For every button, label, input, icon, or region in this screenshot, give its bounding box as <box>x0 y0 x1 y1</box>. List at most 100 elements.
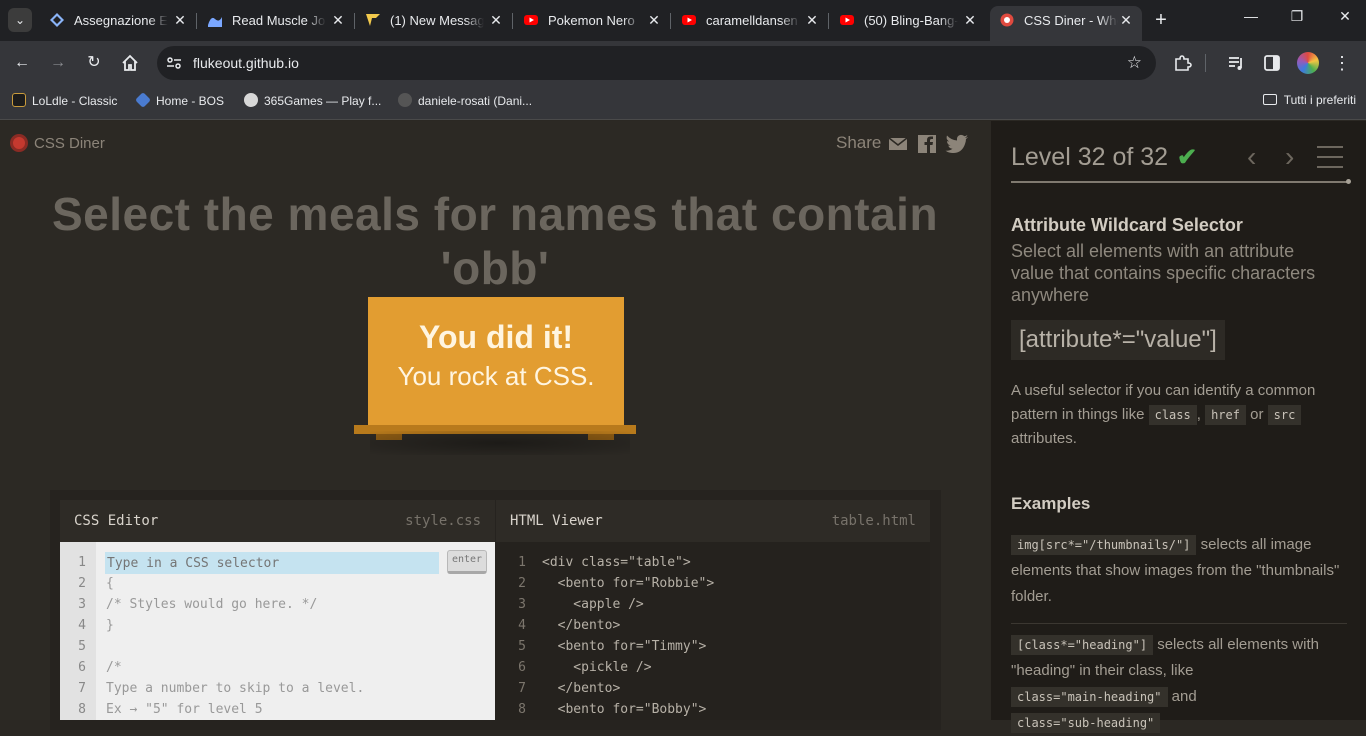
restore-icon[interactable]: ❐ <box>1285 8 1309 25</box>
html-viewer-filename: table.html <box>831 513 916 529</box>
media-control-icon[interactable] <box>1226 53 1246 73</box>
css-editor-header: CSS Editor style.css <box>60 500 495 542</box>
youtube-icon <box>524 15 538 25</box>
win-title: You did it! <box>418 319 574 355</box>
reload-icon[interactable]: ↻ <box>84 53 104 73</box>
markup-line[interactable]: </bento> <box>542 618 621 633</box>
markup-line[interactable]: <div class="table"> <box>542 555 691 570</box>
tab-separator <box>670 13 671 29</box>
minimize-icon[interactable]: — <box>1239 8 1263 24</box>
line-number: 5 <box>78 639 86 654</box>
hint-code: href <box>1205 405 1246 425</box>
markup-line[interactable]: <bento for="Robbie"> <box>542 576 715 591</box>
markup-line[interactable]: <bento for="Bobby"> <box>542 702 707 717</box>
diamond-icon <box>50 13 64 27</box>
tab-pokemon[interactable]: Pokemon Nero ✕ <box>514 6 671 35</box>
bookmark-home-bos[interactable]: Home - BOS <box>135 92 225 111</box>
code-line: Type a number to skip to a level. <box>106 681 365 696</box>
examples-heading: Examples <box>1011 494 1091 513</box>
profile-avatar[interactable] <box>1297 52 1319 74</box>
close-icon[interactable]: ✕ <box>646 12 662 28</box>
bookmark-star-icon[interactable]: ☆ <box>1127 53 1142 73</box>
level-indicator: Level 32 of 32 <box>1011 143 1169 171</box>
tab-separator <box>196 13 197 29</box>
new-tab-plus-icon[interactable]: + <box>1150 9 1172 31</box>
bookmarks-bar: LoLdle - Classic Home - BOS 365Games — P… <box>0 85 1366 120</box>
line-number: 4 <box>78 618 86 633</box>
line-number: 3 <box>78 597 86 612</box>
previous-level-chevron-icon[interactable]: ‹ <box>1247 141 1256 173</box>
example-code: [class*="heading"] <box>1011 635 1154 655</box>
line-number: 6 <box>518 660 526 675</box>
tab-title: (1) New Messag <box>390 13 484 28</box>
code-line: { <box>106 576 114 591</box>
close-icon[interactable]: ✕ <box>488 12 504 28</box>
back-arrow-icon[interactable]: ← <box>12 53 32 73</box>
close-icon[interactable]: ✕ <box>962 12 978 28</box>
tab-css-diner[interactable]: CSS Diner - Whe ✕ <box>990 6 1142 41</box>
home-icon[interactable] <box>120 53 140 73</box>
close-icon[interactable]: ✕ <box>172 12 188 28</box>
selector-description: Select all elements with an attribute va… <box>1011 241 1316 305</box>
css-selector-input-wrap[interactable] <box>105 552 439 574</box>
close-icon[interactable]: ✕ <box>330 12 346 28</box>
markup-line[interactable]: <pickle /> <box>542 660 651 675</box>
close-icon[interactable]: ✕ <box>804 12 820 28</box>
css-editor: 1 2 3 4 5 6 7 8 enter { /* Styles would … <box>60 542 495 720</box>
line-number: 4 <box>518 618 526 633</box>
hint-code: src <box>1267 405 1302 425</box>
tab-caramelldansen[interactable]: caramelldansen ✕ <box>672 6 829 35</box>
close-icon[interactable]: ✕ <box>1118 12 1134 28</box>
tab-separator <box>354 13 355 29</box>
tab-new-message[interactable]: (1) New Messag ✕ <box>356 6 513 35</box>
next-level-chevron-icon[interactable]: › <box>1285 141 1294 173</box>
css-diner-logo[interactable]: CSS Diner <box>10 134 105 152</box>
table-shadow <box>370 431 630 455</box>
extensions-puzzle-icon[interactable] <box>1172 53 1192 73</box>
markup-line[interactable]: <apple /> <box>542 597 643 612</box>
example-code: img[src*="/thumbnails/"] <box>1011 535 1197 555</box>
share-label: Share <box>836 133 882 152</box>
css-selector-input[interactable] <box>105 552 439 574</box>
line-number: 1 <box>78 555 86 570</box>
selector-hint: A useful selector if you can identify a … <box>1011 382 1316 447</box>
level-menu-hamburger-icon[interactable] <box>1317 146 1343 168</box>
forward-arrow-icon[interactable]: → <box>48 53 68 73</box>
twitter-icon[interactable] <box>945 134 969 154</box>
example-code: class="main-heading" <box>1011 687 1168 707</box>
enter-button[interactable]: enter <box>447 550 487 574</box>
line-number: 2 <box>78 576 86 591</box>
address-bar[interactable]: flukeout.github.io ☆ <box>157 46 1156 80</box>
tab-assegnazione[interactable]: Assegnazione Es ✕ <box>40 6 197 35</box>
bookmark-loldle[interactable]: LoLdle - Classic <box>12 93 117 111</box>
markup-line[interactable]: </bento> <box>542 681 621 696</box>
markup-line[interactable]: <bento for="Timmy"> <box>542 639 707 654</box>
css-editor-filename: style.css <box>405 513 481 529</box>
facebook-icon[interactable] <box>917 134 937 154</box>
window-close-icon[interactable]: ✕ <box>1333 8 1357 25</box>
all-bookmarks[interactable]: Tutti i preferiti <box>1262 93 1356 107</box>
github-icon <box>398 93 412 107</box>
more-menu-icon[interactable]: ⋮ <box>1332 53 1352 73</box>
tab-title: Pokemon Nero <box>548 13 635 28</box>
side-panel-icon[interactable] <box>1262 53 1282 73</box>
tab-title: Assegnazione Es <box>74 13 168 28</box>
bookmark-github[interactable]: daniele-rosati (Dani... <box>398 93 532 111</box>
tab-bling-bang[interactable]: (50) Bling-Bang- ✕ <box>830 6 986 35</box>
bookmark-label: Home - BOS <box>156 94 225 108</box>
site-settings-icon[interactable] <box>165 54 183 72</box>
tab-separator <box>512 13 513 29</box>
email-icon[interactable] <box>888 134 908 154</box>
selector-name: Attribute Wildcard Selector <box>1011 215 1243 235</box>
youtube-icon <box>840 15 854 25</box>
bookmark-365games[interactable]: 365Games — Play f... <box>244 93 381 111</box>
line-number: 7 <box>518 681 526 696</box>
line-number: 3 <box>518 597 526 612</box>
line-number: 6 <box>78 660 86 675</box>
365games-icon <box>244 93 258 107</box>
tab-read-muscle[interactable]: Read Muscle Jos ✕ <box>198 6 355 35</box>
code-line: } <box>106 618 114 633</box>
bookmark-label: 365Games — Play f... <box>264 94 382 108</box>
tab-search-chevron-icon[interactable]: ⌄ <box>8 8 32 32</box>
url-text[interactable]: flukeout.github.io <box>193 55 299 71</box>
